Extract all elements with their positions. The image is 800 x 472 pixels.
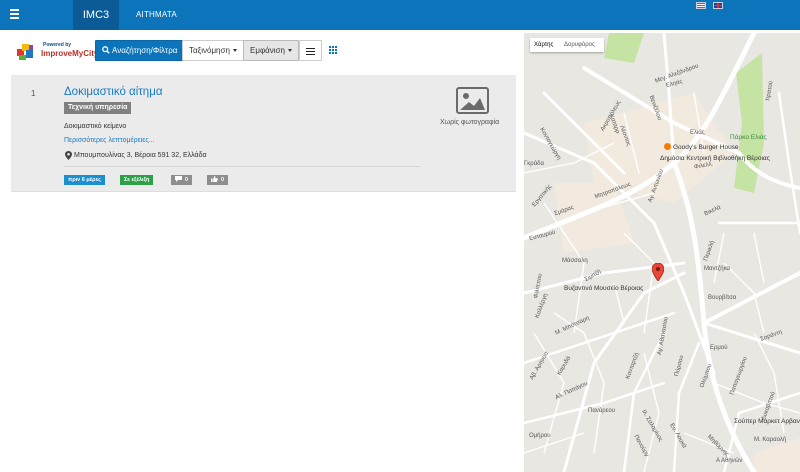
logo-cube-icon	[17, 44, 33, 60]
map-marker-icon	[65, 151, 72, 160]
logo-name: ImproveMyCity	[41, 49, 99, 58]
street-label: Ομήρου	[529, 433, 551, 439]
view-label: Εμφάνιση	[250, 46, 285, 55]
map-panel[interactable]: Χάρτης Δορυφόρος Μεγ. Αλεξάνδρου Εληάς Β…	[524, 33, 800, 472]
comments-badge: 0	[171, 175, 193, 185]
votes-count: 0	[221, 177, 225, 183]
poi-library[interactable]: Δημόσια Κεντρική Βιβλιοθήκη Βέροιας	[660, 155, 770, 162]
poi-goodys[interactable]: Goody's Burger House	[664, 143, 739, 151]
image-placeholder-icon	[456, 87, 489, 114]
improvemycity-logo: Powered by ImproveMyCity	[16, 40, 98, 62]
street-label: Γκράδα	[524, 161, 544, 167]
issue-number: 1	[31, 89, 36, 98]
street-label: Μαντζήκα	[704, 266, 731, 272]
greek-flag-icon[interactable]	[696, 2, 706, 9]
street-label: Ερμού	[710, 345, 728, 351]
status-badge: Σε εξέλιξη	[120, 175, 154, 185]
caret-down-icon	[287, 49, 292, 53]
comments-count: 0	[185, 177, 189, 183]
street-label: Ελιάς	[690, 130, 705, 136]
search-filters-label: Αναζήτηση/Φίλτρα	[112, 46, 178, 55]
search-filters-button[interactable]: Αναζήτηση/Φίλτρα	[95, 40, 185, 61]
brand-link[interactable]: IMC3	[73, 0, 119, 30]
poi-supermarket[interactable]: Σούπερ Μάρκετ Αρβανιτίδης	[734, 418, 800, 425]
poi-goodys-label: Goody's Burger House	[673, 144, 739, 151]
map-canvas[interactable]	[524, 33, 800, 472]
menu-toggle-icon[interactable]	[10, 9, 19, 19]
issue-map-marker-icon[interactable]	[652, 263, 664, 281]
street-label: Πανάρεου	[588, 408, 615, 414]
sort-dropdown-button[interactable]: Ταξινόμηση	[182, 40, 244, 61]
more-details-link[interactable]: Περισσότερες λεπτομέρειες...	[64, 137, 155, 144]
caret-down-icon	[232, 49, 237, 53]
no-photo-label: Χωρίς φωτογραφία	[440, 119, 500, 126]
issue-divider	[64, 166, 420, 167]
comment-icon	[175, 176, 182, 182]
list-view-button[interactable]	[299, 40, 322, 61]
search-icon	[102, 46, 110, 54]
map-type-control: Χάρτης Δορυφόρος	[530, 38, 604, 52]
issue-category-label: Τεχνική υπηρεσία	[64, 102, 132, 114]
top-navbar: IMC3 ΑΙΤΗΜΑΤΑ	[0, 0, 800, 30]
time-badge: πριν 6 μέρες	[64, 175, 106, 185]
street-label: Α Αθηνών	[716, 458, 743, 464]
street-label: Βουρβίτσα	[708, 295, 737, 301]
map-tab-map[interactable]: Χάρτης	[534, 38, 553, 52]
votes-badge: 0	[207, 175, 229, 185]
grid-icon	[329, 46, 337, 54]
view-dropdown-button[interactable]: Εμφάνιση	[243, 40, 299, 61]
thumbs-up-icon	[211, 176, 218, 182]
restaurant-icon	[664, 143, 671, 150]
nav-link-issues[interactable]: ΑΙΤΗΜΑΤΑ	[136, 0, 177, 30]
street-label: Μ. Καραολή	[754, 437, 787, 443]
map-tab-satellite[interactable]: Δορυφόρος	[564, 38, 595, 52]
sort-label: Ταξινόμηση	[189, 46, 230, 55]
poi-park[interactable]: Πάρκο Ελιάς	[730, 134, 767, 141]
street-label: Μάσσαλη	[562, 258, 588, 264]
issue-title-link[interactable]: Δοκιμαστικό αίτημα	[64, 86, 162, 98]
logo-powered-by: Powered by	[43, 42, 72, 48]
list-icon	[306, 47, 315, 55]
issue-address: Μπουμπουλίνας 3, Βέροια 591 32, Ελλάδα	[74, 152, 207, 159]
grid-view-button[interactable]	[322, 40, 344, 61]
english-flag-icon[interactable]	[713, 2, 723, 9]
issue-description: Δοκιμαστικό κείμενο	[64, 123, 127, 130]
poi-byzantine-museum[interactable]: Βυζαντινό Μουσείο Βέροιας	[564, 285, 643, 292]
